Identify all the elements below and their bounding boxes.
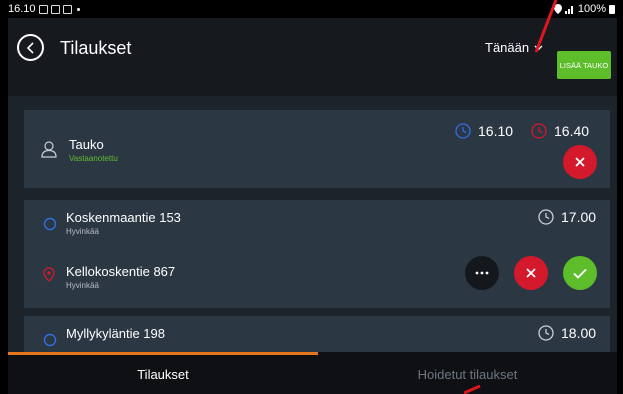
- start-point-icon: [43, 217, 57, 231]
- pickup-time: 18.00: [561, 325, 597, 341]
- clock-icon: [455, 123, 471, 139]
- status-left: 16.10: [8, 3, 80, 15]
- clock-icon: [538, 209, 554, 225]
- annotation-arrow: [534, 0, 558, 53]
- page-title: Tilaukset: [60, 38, 132, 58]
- clock-end-icon: [531, 123, 547, 139]
- order-card-route[interactable]: Koskenmaantie 153 Hyvinkää 17.00 Kelloko…: [24, 200, 610, 308]
- cancel-button[interactable]: [563, 145, 597, 179]
- more-button[interactable]: [465, 256, 499, 290]
- order-status: Vastaanotettu: [69, 154, 118, 163]
- more-notifications-icon: [76, 7, 80, 11]
- pickup-address: Myllykyläntie 198: [66, 326, 165, 341]
- pickup-address: Koskenmaantie 153: [66, 210, 181, 225]
- tab-orders[interactable]: Tilaukset: [8, 352, 318, 394]
- annotation-mark: [463, 385, 481, 394]
- more-icon: [475, 271, 489, 275]
- notification-icon-2: [62, 4, 72, 14]
- notification-icon: [50, 4, 60, 14]
- order-card-pause[interactable]: Tauko Vastaanotettu 16.10 16.40: [24, 110, 610, 188]
- check-icon: [573, 268, 587, 279]
- clock-icon: [538, 325, 554, 341]
- destination-pin-icon: [43, 267, 55, 282]
- battery-icon: [609, 4, 615, 14]
- dropoff-city: Hyvinkää: [66, 281, 99, 290]
- order-title: Tauko: [69, 137, 104, 152]
- pickup-time: 17.00: [561, 209, 597, 225]
- bottom-tab-bar: Tilaukset Hoidetut tilaukset: [8, 352, 617, 394]
- reject-button[interactable]: [514, 256, 548, 290]
- close-icon: [575, 157, 585, 167]
- start-point-icon: [43, 333, 57, 347]
- person-icon: [41, 141, 57, 158]
- gallery-icon: [38, 4, 48, 14]
- status-time: 16.10: [8, 3, 36, 15]
- back-button[interactable]: [17, 34, 44, 61]
- add-pause-button[interactable]: LISÄÄ TAUKO: [557, 51, 611, 79]
- pickup-city: Hyvinkää: [66, 227, 99, 236]
- close-icon: [526, 268, 536, 278]
- date-filter-label: Tänään: [485, 40, 530, 55]
- dropoff-address: Kellokoskentie 867: [66, 264, 176, 279]
- signal-icon: [564, 6, 573, 14]
- battery-percent: 100%: [577, 3, 606, 15]
- orders-list[interactable]: Tauko Vastaanotettu 16.10 16.40 Koskenma…: [8, 96, 617, 352]
- accept-button[interactable]: [563, 256, 597, 290]
- end-time: 16.40: [554, 123, 590, 139]
- status-right: 100%: [553, 3, 615, 15]
- start-time: 16.10: [478, 123, 514, 139]
- chevron-left-icon: [26, 41, 34, 54]
- order-card-next[interactable]: Myllykyläntie 198 18.00: [24, 316, 610, 352]
